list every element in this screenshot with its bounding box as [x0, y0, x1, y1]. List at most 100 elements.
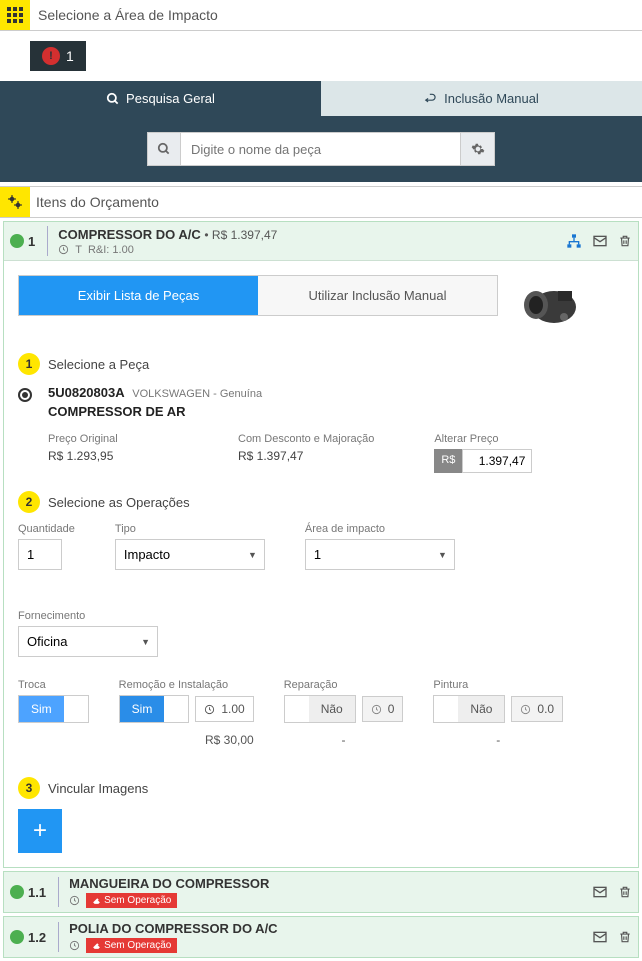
warning-badge[interactable]: 1 [30, 41, 86, 71]
mail-icon[interactable] [592, 233, 608, 249]
impact-area-title: Selecione a Área de Impacto [30, 7, 642, 23]
impact-area-header: Selecione a Área de Impacto [0, 0, 642, 31]
price-discount-label: Com Desconto e Majoração [238, 433, 374, 445]
step-2: 2 Selecione as Operações [18, 491, 624, 513]
part-option[interactable]: 5U0820803A VOLKSWAGEN - Genuína COMPRESS… [18, 385, 624, 419]
part-description: COMPRESSOR DE AR [48, 404, 624, 419]
item-1-1-header[interactable]: 1.1 MANGUEIRA DO COMPRESSOR Sem Operação [4, 872, 638, 912]
item-number: 1.1 [28, 885, 46, 900]
pintura-time: 0.0 [511, 696, 563, 722]
fornecimento-select[interactable]: Oficina [18, 626, 158, 657]
tipo-select[interactable]: Impacto [115, 539, 265, 570]
reparacao-no: Não [309, 696, 355, 722]
part-thumbnail [512, 275, 582, 335]
tipo-label: Tipo [115, 523, 265, 535]
mail-icon[interactable] [592, 929, 608, 945]
no-operation-badge: Sem Operação [86, 893, 177, 908]
price-alter-input[interactable] [462, 449, 532, 473]
part-search-input[interactable] [181, 132, 461, 166]
step-2-badge: 2 [18, 491, 40, 513]
trash-icon[interactable] [618, 929, 632, 945]
budget-items-header: Itens do Orçamento [0, 186, 642, 218]
price-original-label: Preço Original [48, 433, 178, 445]
divider [58, 877, 59, 907]
item-number: 1.2 [28, 930, 46, 945]
warning-count: 1 [66, 48, 74, 64]
fornecimento-label: Fornecimento [18, 610, 158, 622]
area-label: Área de impacto [305, 523, 455, 535]
item-sub-ri: R&I: 1.00 [88, 244, 134, 256]
item-1-header[interactable]: 1 COMPRESSOR DO A/C • R$ 1.397,47 T R&I:… [4, 222, 638, 260]
add-image-button[interactable]: + [18, 809, 62, 853]
part-mode-tabs: Exibir Lista de Peças Utilizar Inclusão … [18, 275, 498, 316]
remocao-cost: R$ 30,00 [119, 733, 254, 747]
status-dot-icon [10, 885, 24, 899]
step-1-label: Selecione a Peça [48, 357, 149, 372]
clock-icon [58, 244, 69, 255]
currency-prefix: R$ [434, 449, 462, 473]
qty-label: Quantidade [18, 523, 75, 535]
tab-general-search-label: Pesquisa Geral [126, 91, 215, 106]
reparacao-cost: - [284, 733, 404, 747]
item-title: POLIA DO COMPRESSOR DO A/C [69, 921, 278, 936]
part-brand: VOLKSWAGEN - Genuína [132, 388, 262, 400]
item-1-2-header[interactable]: 1.2 POLIA DO COMPRESSOR DO A/C Sem Opera… [4, 917, 638, 957]
clock-icon [69, 895, 80, 906]
gears-icon [0, 187, 30, 217]
clock-icon [69, 940, 80, 951]
tab-general-search[interactable]: Pesquisa Geral [0, 81, 321, 116]
budget-items-title: Itens do Orçamento [30, 194, 159, 210]
trash-icon[interactable] [618, 233, 632, 249]
mail-icon[interactable] [592, 884, 608, 900]
price-discount-value: R$ 1.397,47 [238, 449, 374, 463]
tab-manual-include[interactable]: Inclusão Manual [321, 81, 642, 116]
step-3-badge: 3 [18, 777, 40, 799]
trash-icon[interactable] [618, 884, 632, 900]
pintura-label: Pintura [433, 679, 563, 691]
remocao-toggle[interactable]: Sim [119, 695, 190, 723]
step-1: 1 Selecione a Peça [18, 353, 624, 375]
pintura-no: Não [458, 696, 504, 722]
no-operation-badge: Sem Operação [86, 938, 177, 953]
remocao-label: Remoção e Instalação [119, 679, 254, 691]
troca-toggle[interactable]: Sim [18, 695, 89, 723]
divider [58, 922, 59, 952]
step-3-label: Vincular Imagens [48, 781, 148, 796]
item-title: MANGUEIRA DO COMPRESSOR [69, 876, 269, 891]
mode-tab-manual[interactable]: Utilizar Inclusão Manual [258, 276, 497, 315]
step-3: 3 Vincular Imagens [18, 777, 624, 799]
reparacao-toggle[interactable]: Não [284, 695, 356, 723]
pintura-toggle[interactable]: Não [433, 695, 505, 723]
remocao-time[interactable]: 1.00 [195, 696, 253, 722]
item-number: 1 [28, 234, 35, 249]
divider [47, 226, 48, 256]
mode-tab-list[interactable]: Exibir Lista de Peças [19, 276, 258, 315]
price-alter-label: Alterar Preço [434, 433, 564, 445]
item-price: • R$ 1.397,47 [204, 228, 277, 242]
troca-label: Troca [18, 679, 89, 691]
pintura-cost: - [433, 733, 563, 747]
hierarchy-icon[interactable] [566, 233, 582, 249]
item-1-body: Exibir Lista de Peças Utilizar Inclusão … [4, 260, 638, 867]
alert-icon [42, 47, 60, 65]
price-original-value: R$ 1.293,95 [48, 449, 178, 463]
budget-item-1-1: 1.1 MANGUEIRA DO COMPRESSOR Sem Operação [3, 871, 639, 913]
step-1-badge: 1 [18, 353, 40, 375]
troca-yes: Sim [19, 696, 64, 722]
qty-input[interactable] [18, 539, 62, 570]
area-select[interactable]: 1 [305, 539, 455, 570]
remocao-yes: Sim [120, 696, 165, 722]
search-settings-button[interactable] [461, 132, 495, 166]
step-2-label: Selecione as Operações [48, 495, 190, 510]
item-sub-t: T [75, 244, 82, 256]
part-code: 5U0820803A [48, 385, 125, 400]
tab-manual-include-label: Inclusão Manual [444, 91, 539, 106]
warning-row: 1 [0, 31, 642, 81]
search-icon[interactable] [147, 132, 181, 166]
reparacao-label: Reparação [284, 679, 404, 691]
status-dot-icon [10, 234, 24, 248]
grid-icon[interactable] [0, 0, 30, 30]
item-title: COMPRESSOR DO A/C [58, 227, 201, 242]
budget-item-1-2: 1.2 POLIA DO COMPRESSOR DO A/C Sem Opera… [3, 916, 639, 958]
radio-icon[interactable] [18, 388, 32, 402]
